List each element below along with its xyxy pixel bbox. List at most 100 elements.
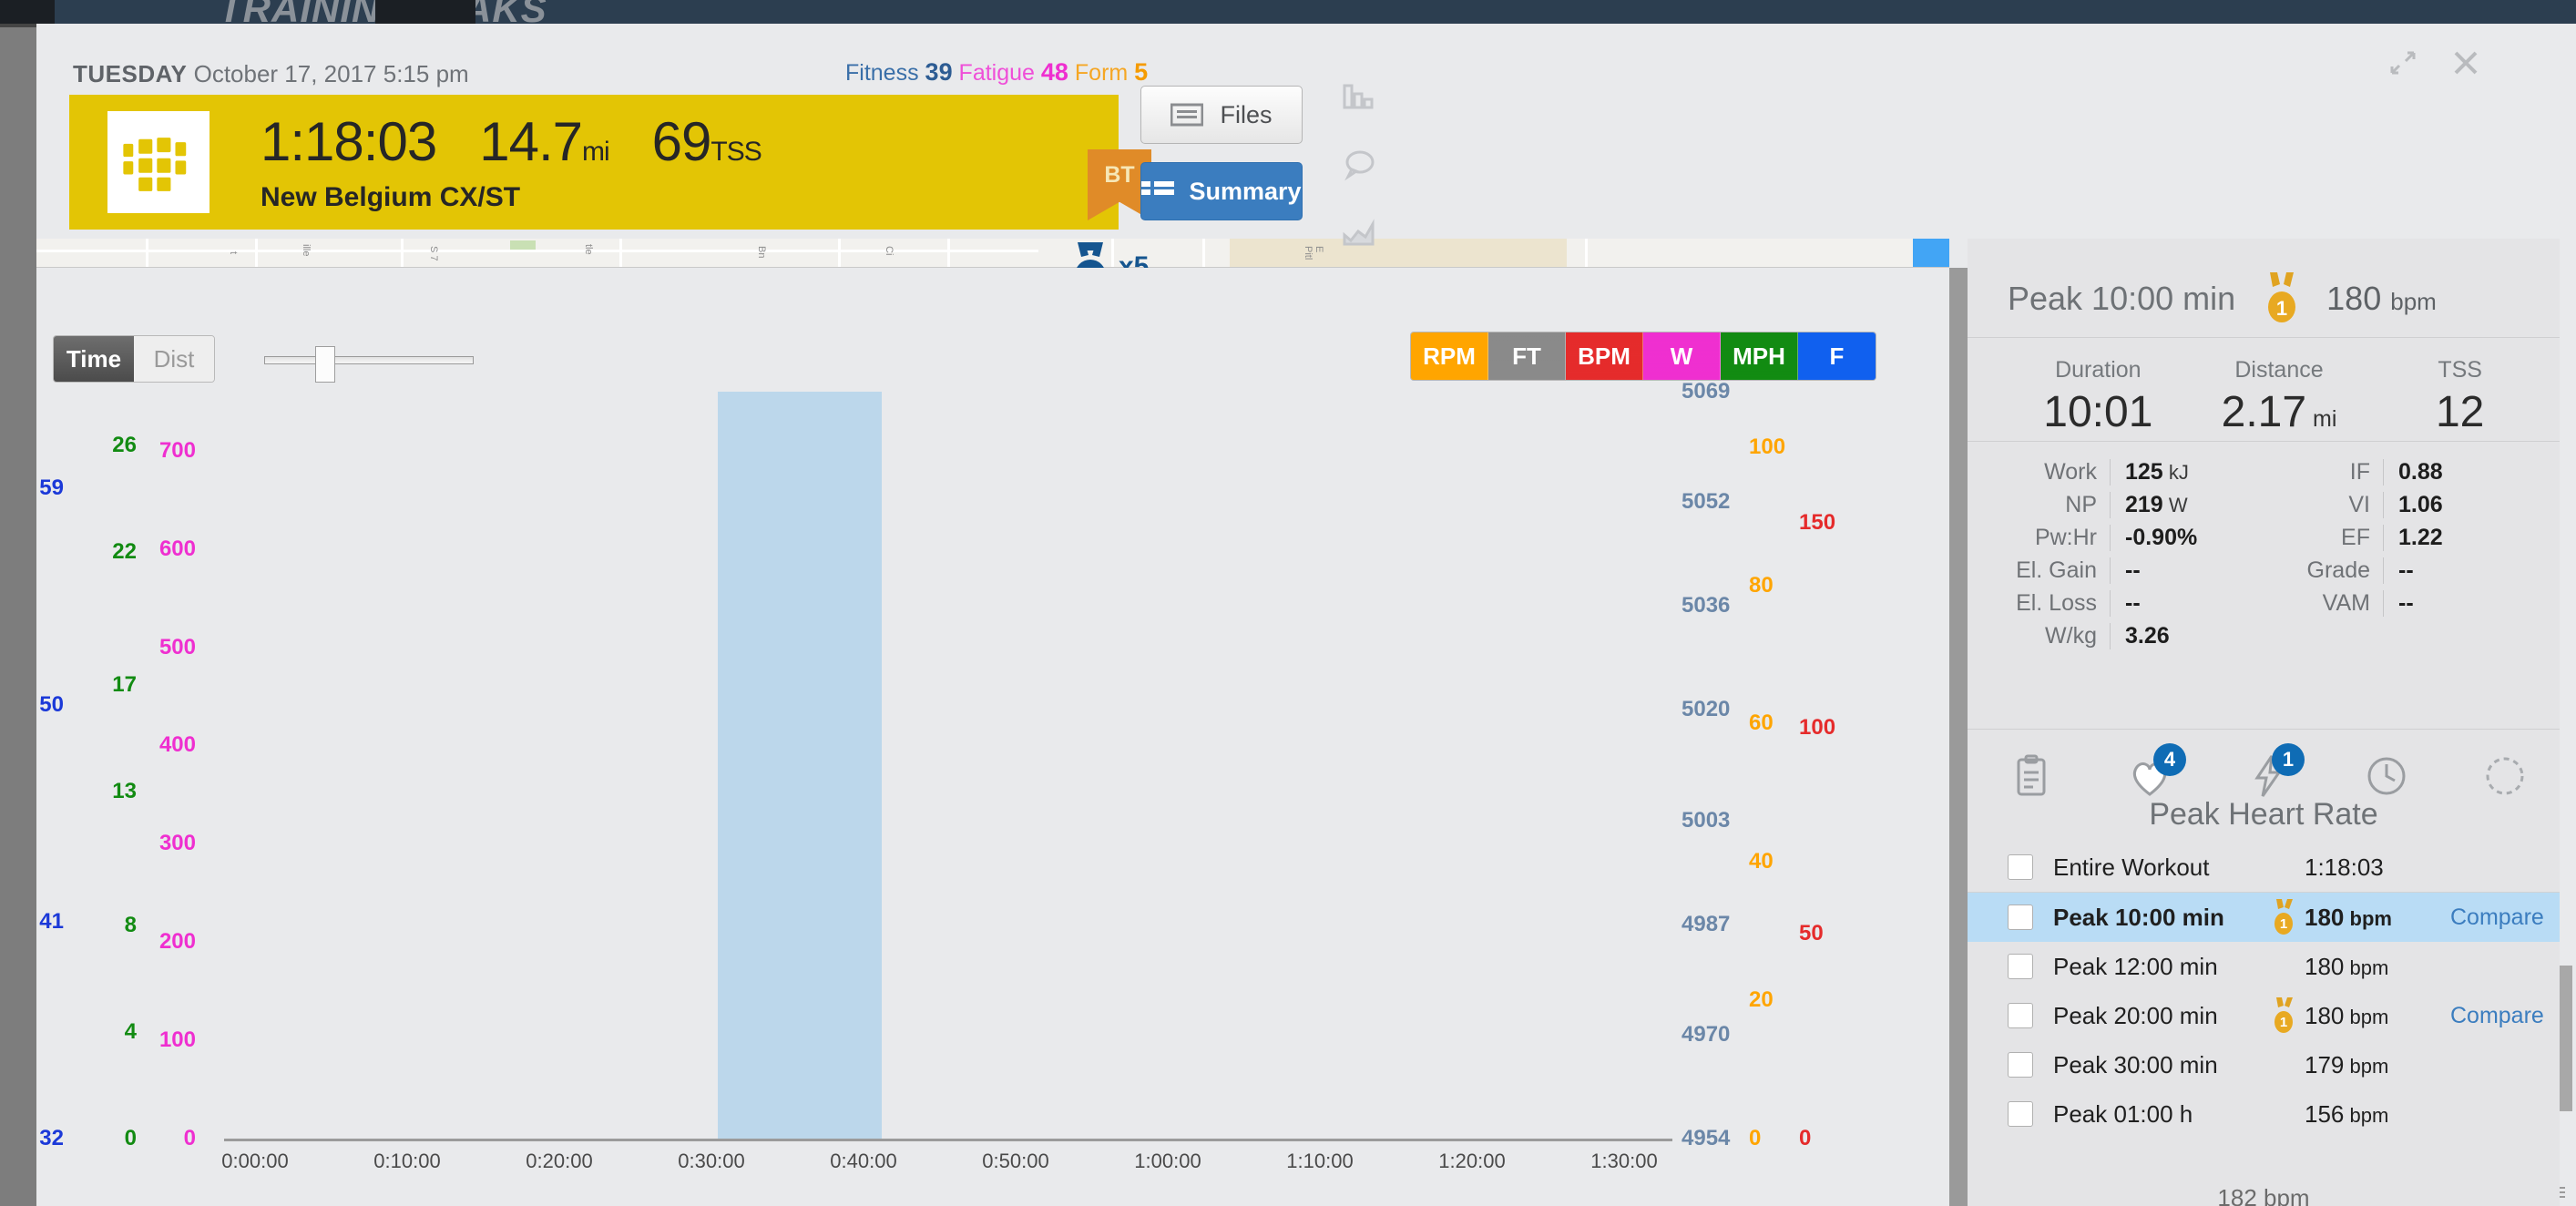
day-of-week: TUESDAY [73, 60, 187, 87]
peak-header-title: Peak 10:00 min [2008, 280, 2235, 318]
legend-mph[interactable]: MPH [1721, 332, 1798, 380]
dashed-circle-icon[interactable] [2481, 752, 2536, 800]
peak-list-item[interactable]: Peak 30:00 min179 bpm [1968, 1040, 2560, 1089]
peak-item-checkbox[interactable] [2008, 904, 2033, 930]
peak-item-name: Peak 20:00 min [2053, 1002, 2263, 1030]
close-icon[interactable] [2452, 49, 2479, 77]
peak-list-item[interactable]: Peak 12:00 min180 bpm [1968, 942, 2560, 991]
peak-list-item[interactable]: Peak 01:00 h 156 bpm [1968, 1089, 2560, 1139]
left-gutter-cap [0, 24, 36, 27]
summary-button[interactable]: Summary [1140, 162, 1303, 220]
fatigue-label: Fatigue [959, 60, 1035, 86]
bar-chart-icon[interactable] [1341, 78, 1377, 115]
peak-item-compare-link[interactable]: Compare [2450, 904, 2544, 931]
slider-track[interactable] [264, 356, 474, 364]
axis-tick: 4987 [1682, 912, 1730, 937]
toggle-dist[interactable]: Dist [134, 336, 214, 382]
comment-icon[interactable] [1341, 146, 1377, 182]
lightning-icon[interactable]: 1 [2244, 752, 2299, 800]
axis-tick: 26 [112, 433, 137, 458]
peak-list-item[interactable]: Peak 20:00 min1180 bpmCompare [1968, 991, 2560, 1040]
peak-item-medal-icon: 1 [2263, 996, 2305, 1035]
legend-f[interactable]: F [1798, 332, 1876, 380]
x-tick: 1:10:00 [1286, 1150, 1353, 1173]
clipboard-icon[interactable] [2008, 752, 2062, 800]
bike-workout-type-icon [107, 111, 210, 213]
restore-icon[interactable] [2388, 49, 2416, 77]
peak-big-stats: Duration10:01Distance2.17 miTSS12 [2008, 357, 2550, 437]
peak-list-item[interactable]: Peak 10:00 min1180 bpmCompare [1968, 893, 2560, 942]
area-chart-icon[interactable] [1341, 213, 1377, 250]
peak-item-name: Peak 01:00 h [2053, 1100, 2263, 1129]
stat-value-right: 0.88 [2383, 459, 2547, 485]
stat-value-right: 1.06 [2383, 492, 2547, 518]
peak-item-unit: bpm [2344, 1006, 2388, 1028]
peak-item-value: 1:18:03 [2305, 853, 2450, 882]
icon-badge: 1 [2272, 743, 2305, 776]
fitness-metric: Fitness 39 [845, 60, 959, 86]
heart-icon[interactable]: 4 [2126, 752, 2181, 800]
stat-row: NP219 WVI1.06 [2000, 488, 2547, 521]
axis-tick: 0 [1749, 1126, 1761, 1151]
chart-series-legend[interactable]: RPMFTBPMWMPHF [1410, 332, 1876, 381]
map-fullscreen-button[interactable] [1913, 239, 1949, 268]
stat-value-right: -- [2383, 590, 2547, 617]
stat-label-right: Grade [2274, 557, 2383, 584]
time-dist-toggle[interactable]: Time Dist [53, 335, 215, 383]
topbar-dark-block-2 [375, 0, 475, 24]
sidebar-tab-icons[interactable]: 41 [2008, 752, 2536, 800]
toggle-time[interactable]: Time [54, 336, 134, 382]
peak-item-checkbox[interactable] [2008, 1052, 2033, 1078]
topbar-dark-block [0, 0, 55, 24]
chart-selection-band[interactable] [718, 392, 882, 1139]
legend-bpm[interactable]: BPM [1566, 332, 1643, 380]
sidebar-scrollbar[interactable] [2560, 966, 2572, 1111]
peak-item-checkbox[interactable] [2008, 954, 2033, 979]
workout-distance-unit: mi [582, 137, 609, 167]
stat-label-right: IF [2274, 459, 2383, 485]
peak-item-checkbox[interactable] [2008, 1101, 2033, 1127]
peak-item-unit: bpm [2344, 1055, 2388, 1078]
stat-label-left: Work [2000, 459, 2110, 485]
peak-item-name: Peak 12:00 min [2053, 953, 2263, 981]
stat-row: El. Gain--Grade-- [2000, 554, 2547, 587]
peak-item-checkbox[interactable] [2008, 1003, 2033, 1028]
peak-header: Peak 10:00 min 1 180 bpm [2008, 264, 2536, 333]
peak-item-compare-link[interactable]: Compare [2450, 1003, 2544, 1029]
legend-rpm[interactable]: RPM [1411, 332, 1488, 380]
peak-item-value: 180 bpm [2305, 904, 2450, 932]
map-strip[interactable]: t ille S 7 tle Bn Ci E Pitl [36, 239, 1949, 268]
workout-summary-card[interactable]: 1:18:03 14.7mi 69TSS New Belgium CX/ST B… [69, 95, 1119, 230]
chart-zoom-slider[interactable] [264, 346, 474, 372]
stat-value-left: -0.90% [2110, 525, 2274, 551]
axis-tick: 5003 [1682, 808, 1730, 833]
stat-label-left: NP [2000, 492, 2110, 518]
axis-tick: 40 [1749, 849, 1774, 874]
files-button[interactable]: Files [1140, 86, 1303, 144]
peak-item-medal-icon: 1 [2263, 898, 2305, 936]
workout-main-stats: 1:18:03 14.7mi 69TSS New Belgium CX/ST [261, 115, 762, 213]
svg-text:1: 1 [2280, 916, 2287, 932]
sidebar-rail [1949, 268, 1968, 1206]
clock-icon[interactable] [2363, 752, 2418, 800]
axis-tick: 200 [159, 929, 196, 955]
axis-tick: 100 [159, 1027, 196, 1053]
axis-tick: 50 [39, 692, 64, 718]
slider-thumb[interactable] [315, 346, 335, 383]
axis-tick: 100 [1799, 715, 1835, 741]
peak-item-checkbox[interactable] [2008, 854, 2033, 880]
stat-row: El. Loss--VAM-- [2000, 587, 2547, 619]
peak-list-item[interactable]: Entire Workout1:18:03 [1968, 843, 2560, 892]
peak-list[interactable]: Entire Workout1:18:03Peak 10:00 min1180 … [1968, 843, 2560, 1139]
x-tick: 1:30:00 [1590, 1150, 1657, 1173]
peak-item-value: 156 bpm [2305, 1100, 2450, 1129]
stat-row: W/kg3.26 [2000, 619, 2547, 652]
stat-unit: kJ [2163, 461, 2189, 484]
legend-w[interactable]: W [1643, 332, 1721, 380]
x-tick: 1:20:00 [1438, 1150, 1505, 1173]
form-value: 5 [1134, 58, 1148, 86]
legend-ft[interactable]: FT [1488, 332, 1566, 380]
chart-plot-area[interactable] [224, 392, 1667, 1139]
workout-header-overlay: TUESDAY October 17, 2017 5:15 pm Fitness… [36, 24, 2521, 239]
svg-text:1: 1 [2276, 297, 2287, 320]
